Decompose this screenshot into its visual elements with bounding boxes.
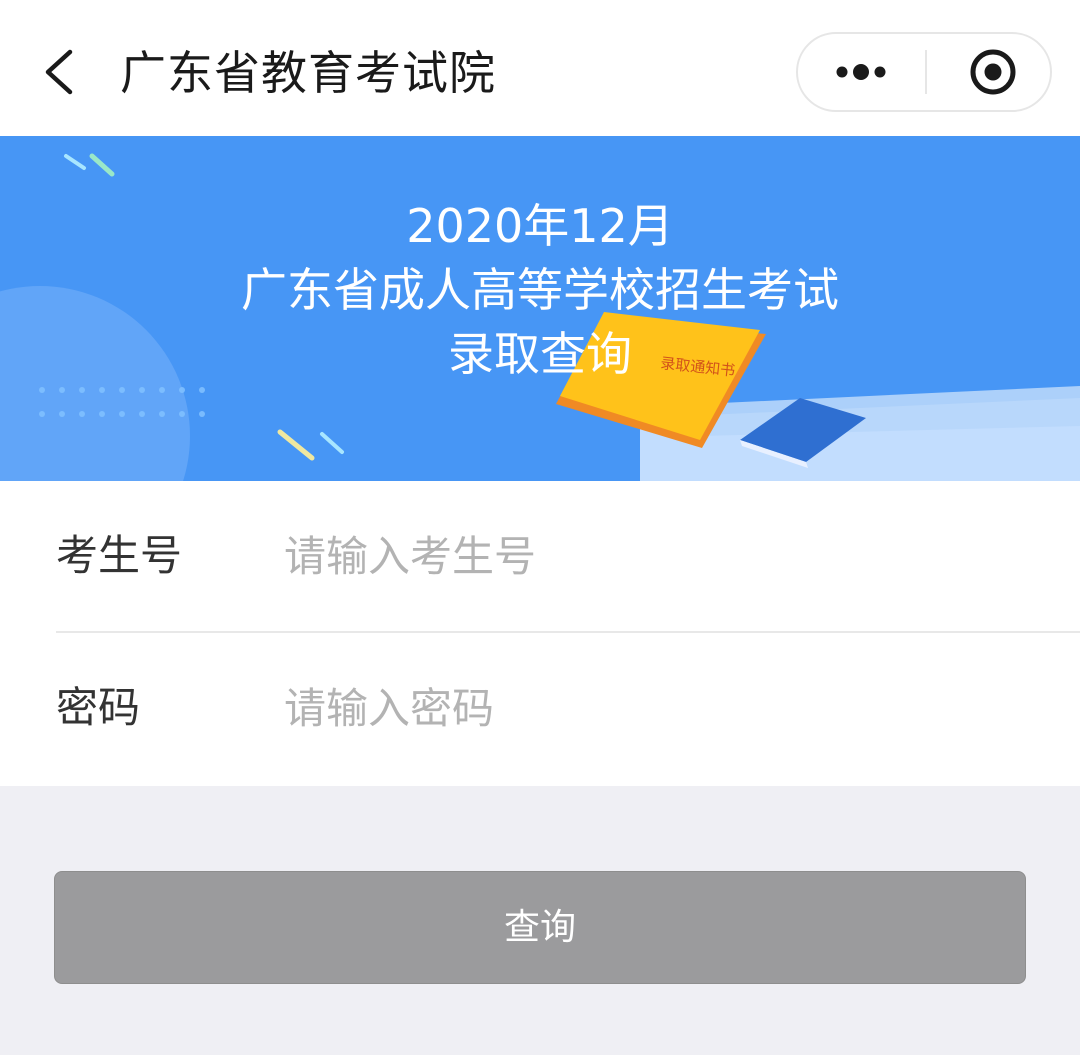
password-input[interactable]: [284, 673, 1044, 743]
more-button[interactable]: [798, 34, 925, 110]
student-id-label: 考生号: [56, 531, 183, 580]
banner-subtitle: 录取查询: [448, 327, 632, 381]
page-title: 广东省教育考试院: [120, 46, 496, 100]
top-navbar: 广东省教育考试院: [0, 0, 1080, 136]
login-form: 考生号 密码: [0, 481, 1080, 786]
student-id-row: 考生号: [0, 481, 1080, 633]
chevron-left-icon: [45, 49, 73, 95]
more-dots-icon: [836, 64, 886, 80]
password-row: 密码: [0, 633, 1080, 783]
password-label: 密码: [56, 683, 141, 732]
back-button[interactable]: [34, 42, 94, 102]
miniprogram-capsule: [796, 32, 1052, 112]
student-id-input[interactable]: [284, 521, 1044, 591]
target-circle-icon: [970, 49, 1016, 95]
close-miniprogram-button[interactable]: [927, 34, 1050, 110]
query-button[interactable]: 查询: [54, 871, 1026, 984]
banner-exam-name: 广东省成人高等学校招生考试: [241, 263, 839, 317]
banner-date: 2020年12月: [406, 199, 674, 253]
banner: 录取通知书 2020年12月 广东省成人高等学校招生考试 录取查询: [0, 136, 1080, 481]
